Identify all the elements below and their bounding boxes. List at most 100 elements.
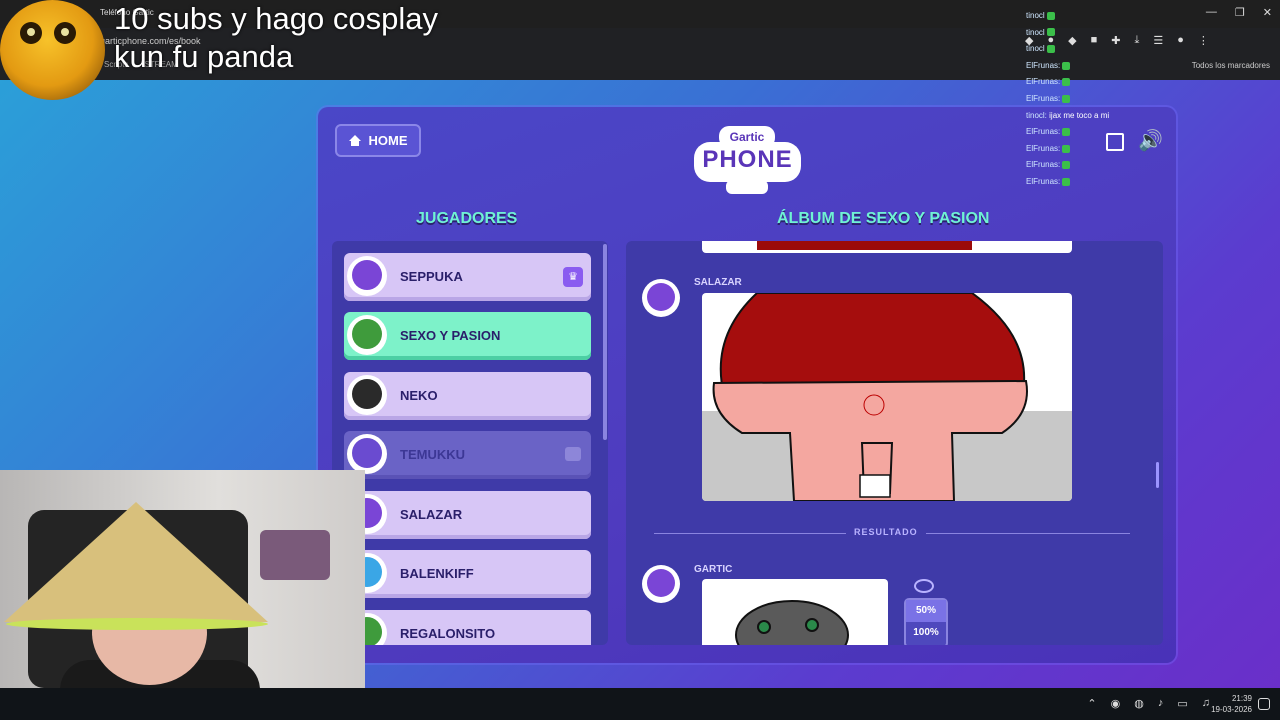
chat-user: ElFrunas: [1026, 60, 1061, 70]
crown-icon: ♛ [563, 267, 583, 287]
players-scrollbar[interactable] [603, 244, 607, 440]
chat-message: tinocl [1026, 8, 1109, 25]
avatar [347, 375, 387, 415]
badge-icon [1062, 61, 1071, 70]
all-bookmarks[interactable]: Todos los marcadores [1192, 61, 1270, 70]
player-name: TEMUKKU [400, 447, 465, 462]
player-item[interactable]: NEKO [344, 372, 591, 420]
date: 19-03-2026 [1211, 705, 1252, 714]
chat-user: tinocl [1026, 27, 1045, 37]
chat-message: ElFrunas: [1026, 174, 1109, 191]
player-item[interactable]: BALENKIFF [344, 550, 591, 598]
player-name: SALAZAR [400, 507, 463, 522]
stream-chat: tinocl tinocl tinocl ElFrunas: ElFrunas:… [1026, 8, 1109, 191]
player-name: BALENKIFF [400, 566, 474, 581]
chat-message: tinocl [1026, 25, 1109, 42]
webcam-shelf [260, 530, 330, 580]
player-item[interactable]: SALAZAR [344, 491, 591, 539]
badge-icon [1062, 128, 1071, 137]
minimize-icon[interactable]: — [1206, 6, 1217, 19]
drawing-canvas [702, 579, 888, 645]
player-name: NEKO [400, 388, 438, 403]
webcam-overlay [0, 470, 365, 688]
volume-icon[interactable]: ♫ [1202, 697, 1210, 710]
drawing-canvas [702, 293, 1072, 501]
chat-message: ElFrunas: [1026, 141, 1109, 158]
player-name: SEPPUKA [400, 269, 463, 284]
badge-icon [1046, 45, 1055, 54]
chat-user: ElFrunas: [1026, 143, 1061, 153]
chat-user: ElFrunas: [1026, 127, 1061, 137]
badge-icon [1062, 144, 1071, 153]
avatar [347, 434, 387, 474]
chat-message: tinocl: ijax me toco a mi [1026, 108, 1109, 125]
player-item[interactable]: TEMUKKU [344, 431, 591, 479]
taskbar: ⌃ ◉ ◍ ♪ ▭ ♫ 21:39 19-03-2026 [0, 688, 1280, 720]
drawing-image [735, 600, 849, 645]
notification-icon[interactable] [1258, 698, 1270, 710]
avatar [347, 315, 387, 355]
maximize-icon[interactable]: ❐ [1235, 6, 1245, 19]
chat-message: ElFrunas: [1026, 124, 1109, 141]
volume-icon[interactable]: 🔊 [1138, 130, 1164, 152]
avatar [642, 565, 680, 603]
more-icon[interactable]: ⋮ [1198, 34, 1209, 47]
badge-icon [1062, 94, 1071, 103]
overlay-line-2: kun fu panda [114, 39, 294, 74]
chat-user: tinocl [1026, 44, 1045, 54]
player-item[interactable]: REGALONSITO [344, 610, 591, 645]
album-heading: ÁLBUM DE SEXO Y PASION [777, 210, 990, 227]
steam-icon[interactable]: ◍ [1134, 697, 1144, 710]
entry-author: SALAZAR [694, 277, 742, 288]
zoom-option-100[interactable]: 100% [906, 622, 946, 644]
gartic-phone-logo: PHONE Gartic [690, 124, 805, 196]
player-item[interactable]: SEXO Y PASION [344, 312, 591, 360]
network-icon[interactable]: ▭ [1177, 697, 1187, 710]
time: 21:39 [1231, 694, 1252, 703]
chat-message: ElFrunas: [1026, 157, 1109, 174]
home-button[interactable]: HOME [335, 124, 421, 157]
logo-phone-text: PHONE [702, 146, 793, 173]
puzzle-icon[interactable]: ✚ [1111, 34, 1120, 47]
chat-message: ElFrunas: [1026, 74, 1109, 91]
players-heading: JUGADORES [416, 210, 518, 227]
badge-icon [1062, 161, 1071, 170]
download-icon[interactable]: ⤓ [1134, 34, 1139, 47]
chat-user: tinocl [1026, 11, 1045, 20]
player-name: SEXO Y PASION [400, 328, 501, 343]
badge-icon [1046, 28, 1055, 37]
eye-icon [20, 22, 42, 44]
logo-gartic-text: Gartic [719, 126, 775, 148]
clock[interactable]: 21:39 19-03-2026 [1211, 693, 1252, 715]
player-item[interactable]: SEPPUKA ♛ [344, 253, 591, 301]
system-tray: ⌃ ◉ ◍ ♪ ▭ ♫ [1087, 697, 1210, 710]
menu-icon[interactable]: ☰ [1153, 34, 1163, 47]
eye-icon[interactable] [914, 579, 934, 593]
album-view: SALAZAR RESULTADO GARTIC 50% 100% [626, 241, 1163, 645]
chat-message: ElFrunas: [1026, 91, 1109, 108]
avatar [642, 279, 680, 317]
chat-user: ElFrunas: [1026, 93, 1061, 103]
discord-icon[interactable]: ◉ [1111, 697, 1121, 710]
chat-user: ElFrunas: [1026, 176, 1061, 186]
webcam-hat-rim [6, 618, 268, 630]
mic-icon[interactable]: ♪ [1158, 697, 1164, 710]
zoom-option-50[interactable]: 50% [906, 600, 946, 622]
chevron-up-icon[interactable]: ⌃ [1087, 697, 1096, 710]
album-scrollbar[interactable] [1156, 462, 1159, 488]
entry-author: GARTIC [694, 564, 733, 575]
chat-user: ElFrunas: [1026, 160, 1061, 170]
players-list: SEPPUKA ♛ SEXO Y PASION NEKO TEMUKKU SAL… [332, 241, 608, 645]
chat-user: ElFrunas: [1026, 77, 1061, 87]
profile-icon[interactable]: ● [1177, 34, 1184, 47]
logo-base [726, 180, 768, 194]
player-name: REGALONSITO [400, 626, 496, 641]
chat-message: tinocl [1026, 41, 1109, 58]
overlay-line-1: 10 subs y hago cosplay [114, 1, 438, 36]
result-label: RESULTADO [846, 527, 926, 537]
zoom-selector: 50% 100% [904, 598, 948, 645]
drawing-image [702, 293, 1072, 501]
badge-icon [1062, 78, 1071, 87]
close-icon[interactable]: ✕ [1263, 6, 1272, 19]
emoji-overlay [0, 0, 105, 100]
